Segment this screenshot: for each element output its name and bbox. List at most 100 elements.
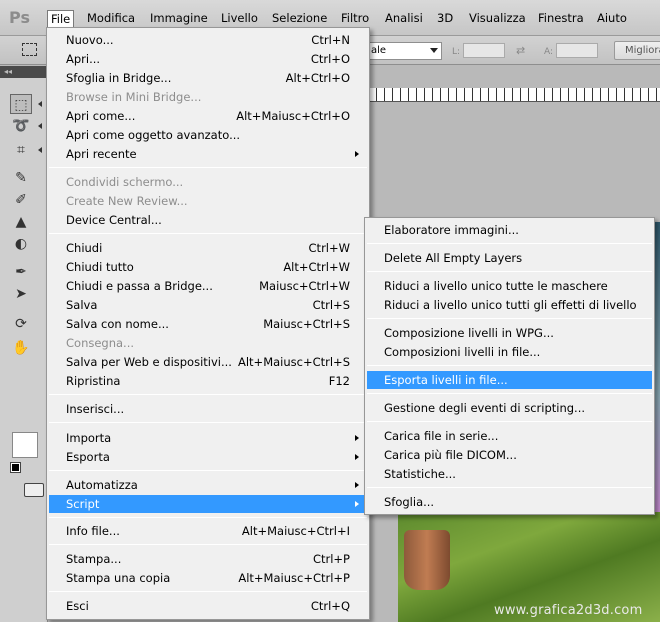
horizontal-ruler: [368, 88, 660, 102]
menu-filtro[interactable]: Filtro: [338, 10, 372, 27]
menu-separator: [367, 365, 652, 366]
menu-item-salva-web[interactable]: Salva per Web e dispositivi... Alt+Maiusc…: [49, 353, 367, 371]
menu-item-riduci-effetti[interactable]: Riduci a livello unico tutti gli effetti…: [367, 296, 652, 314]
rotate-3d-tool-icon[interactable]: ⟳: [10, 314, 32, 334]
menu-item-composizione-wpg[interactable]: Composizione livelli in WPG...: [367, 324, 652, 342]
submenu-arrow-icon: [355, 435, 359, 441]
menu-item-consegna: Consegna...: [66, 336, 135, 350]
menu-separator: [49, 544, 367, 545]
menu-separator: [49, 517, 367, 518]
menu-immagine[interactable]: Immagine: [147, 10, 211, 27]
menu-item-nuovo[interactable]: Nuovo... Ctrl+N: [49, 31, 367, 49]
menu-separator: [49, 167, 367, 168]
menu-item-apri-come[interactable]: Apri come... Alt+Maiusc+Ctrl+O: [49, 107, 367, 125]
menu-item-importa[interactable]: Importa: [49, 429, 367, 447]
hand-tool-icon[interactable]: ✋: [10, 338, 32, 358]
submenu-arrow-icon: [355, 501, 359, 507]
menu-item-stampa-copia[interactable]: Stampa una copia Alt+Maiusc+Ctrl+P: [49, 569, 367, 587]
file-menu: Nuovo... Ctrl+N Apri... Ctrl+O Sfoglia in …: [46, 27, 370, 620]
stamp-tool-icon[interactable]: ▲: [10, 212, 32, 232]
menu-item-elaboratore-immagini[interactable]: Elaboratore immagini...: [367, 221, 652, 239]
menu-item-condividi-schermo: Condividi schermo...: [66, 175, 184, 189]
menu-selezione[interactable]: Selezione: [269, 10, 330, 27]
menu-item-chiudi-passa-bridge[interactable]: Chiudi e passa a Bridge... Maiusc+Ctrl+W: [49, 277, 367, 295]
menu-3d[interactable]: 3D: [434, 10, 456, 27]
menu-separator: [49, 591, 367, 592]
width-field[interactable]: [463, 43, 505, 58]
quick-mask-icon[interactable]: [24, 483, 44, 497]
menu-item-apri[interactable]: Apri... Ctrl+O: [49, 50, 367, 68]
menu-item-stampa[interactable]: Stampa... Ctrl+P: [49, 550, 367, 568]
menu-livello[interactable]: Livello: [218, 10, 261, 27]
photoshop-logo: Ps: [9, 8, 30, 27]
style-select-value: ale: [371, 45, 387, 56]
menu-item-inserisci[interactable]: Inserisci...: [49, 400, 367, 418]
canvas-image-pot: [404, 530, 450, 590]
menu-visualizza[interactable]: Visualizza: [466, 10, 529, 27]
menu-item-ripristina[interactable]: Ripristina F12: [49, 372, 367, 390]
panel-collapse-icon[interactable]: ◂◂: [0, 66, 47, 78]
menu-item-salva[interactable]: Salva Ctrl+S: [49, 296, 367, 314]
menu-item-esci[interactable]: Esci Ctrl+Q: [49, 597, 367, 615]
menu-item-info-file[interactable]: Info file... Alt+Maiusc+Ctrl+I: [49, 522, 367, 540]
menu-item-delete-empty-layers[interactable]: Delete All Empty Layers: [367, 249, 652, 267]
menu-separator: [49, 422, 367, 423]
menu-item-apri-recente[interactable]: Apri recente: [49, 145, 367, 163]
menu-item-automatizza[interactable]: Automatizza: [49, 476, 367, 494]
menu-item-apri-oggetto-avanzato[interactable]: Apri come oggetto avanzato...: [49, 126, 367, 144]
menu-item-carica-dicom[interactable]: Carica più file DICOM...: [367, 446, 652, 464]
menu-item-chiudi[interactable]: Chiudi Ctrl+W: [49, 239, 367, 257]
menu-separator: [367, 318, 652, 319]
menu-separator: [367, 487, 652, 488]
marquee-tool-icon[interactable]: [22, 43, 37, 56]
tools-panel: ◂◂ ⬚ ➰ ⌗ ✎ ✐ ▲ ◐ ✒ ➤ ⟳ ✋: [0, 66, 48, 622]
refine-edge-button[interactable]: Migliora: [614, 41, 660, 60]
menu-aiuto[interactable]: Aiuto: [594, 10, 630, 27]
pen-tool-icon[interactable]: ✒: [10, 262, 32, 282]
watermark: www.grafica2d3d.com: [494, 603, 643, 618]
menu-separator: [49, 233, 367, 234]
menu-item-composizioni-file[interactable]: Composizioni livelli in file...: [367, 343, 652, 361]
eraser-tool-icon[interactable]: ◐: [10, 234, 32, 254]
submenu-arrow-icon: [355, 151, 359, 157]
menu-item-statistiche[interactable]: Statistiche...: [367, 465, 652, 483]
arrow-left-icon: [38, 123, 42, 129]
height-label: A:: [544, 47, 554, 57]
menu-item-esporta-livelli[interactable]: Esporta livelli in file...: [367, 371, 652, 389]
menu-item-salva-con-nome[interactable]: Salva con nome... Maiusc+Ctrl+S: [49, 315, 367, 333]
submenu-arrow-icon: [355, 482, 359, 488]
menu-separator: [367, 393, 652, 394]
path-select-tool-icon[interactable]: ➤: [10, 284, 32, 304]
menu-item-device-central[interactable]: Device Central...: [49, 211, 367, 229]
menu-item-sfoglia-bridge[interactable]: Sfoglia in Bridge... Alt+Ctrl+O: [49, 69, 367, 87]
lasso-tool-icon[interactable]: ➰: [10, 116, 32, 136]
default-colors-icon[interactable]: [10, 462, 21, 473]
menu-item-gestione-eventi[interactable]: Gestione degli eventi di scripting...: [367, 399, 652, 417]
menu-modifica[interactable]: Modifica: [84, 10, 138, 27]
menu-item-carica-file-serie[interactable]: Carica file in serie...: [367, 427, 652, 445]
menu-item-esporta[interactable]: Esporta: [49, 448, 367, 466]
menu-item-mini-bridge: Browse in Mini Bridge...: [66, 90, 202, 104]
menu-separator: [367, 271, 652, 272]
arrow-left-icon: [38, 147, 42, 153]
menu-item-chiudi-tutto[interactable]: Chiudi tutto Alt+Ctrl+W: [49, 258, 367, 276]
menu-file[interactable]: File: [47, 10, 75, 27]
menu-separator: [367, 421, 652, 422]
style-select[interactable]: ale: [368, 42, 442, 60]
arrow-left-icon: [38, 101, 42, 107]
height-field[interactable]: [556, 43, 598, 58]
swap-icon[interactable]: ⇄: [516, 44, 525, 57]
menu-finestra[interactable]: Finestra: [535, 10, 587, 27]
menu-item-sfoglia[interactable]: Sfoglia...: [367, 493, 652, 511]
rect-marquee-tool-icon[interactable]: ⬚: [10, 94, 32, 114]
menu-item-riduci-maschere[interactable]: Riduci a livello unico tutte le maschere: [367, 277, 652, 295]
menu-item-create-review: Create New Review...: [66, 194, 188, 208]
crop-tool-icon[interactable]: ⌗: [10, 140, 32, 160]
foreground-color-swatch[interactable]: [12, 432, 38, 458]
eyedropper-tool-icon[interactable]: ✎: [10, 168, 32, 188]
menu-analisi[interactable]: Analisi: [382, 10, 426, 27]
menu-item-script[interactable]: Script: [49, 495, 367, 513]
brush-tool-icon[interactable]: ✐: [10, 190, 32, 210]
menu-separator: [49, 470, 367, 471]
width-label: L:: [452, 47, 461, 57]
